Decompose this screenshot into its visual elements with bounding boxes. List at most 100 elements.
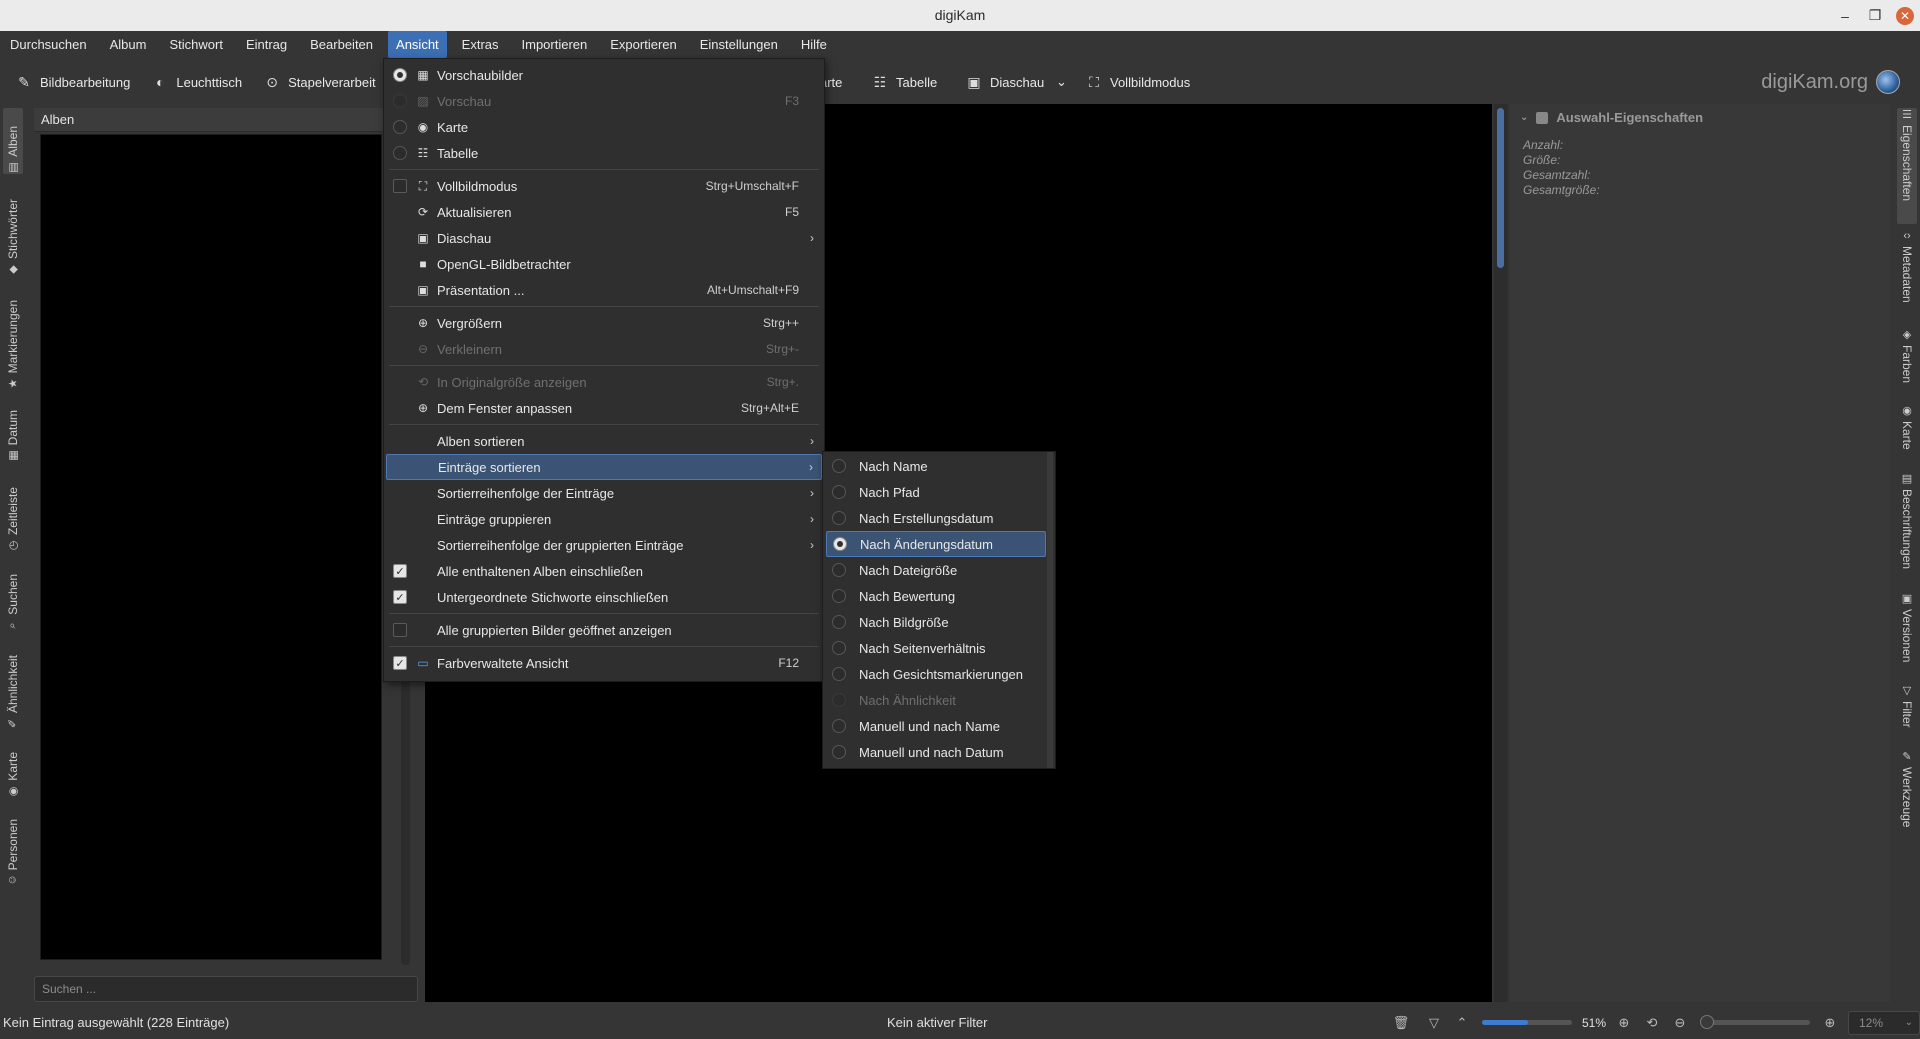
menu-item-diaschau[interactable]: ▣ Diaschau ›	[384, 225, 824, 251]
sort-nach-gesichtsmarkierungen[interactable]: Nach Gesichtsmarkierungen	[823, 661, 1055, 687]
bildbearbeitung-button[interactable]: ✎ Bildbearbeitung	[8, 67, 138, 97]
slideshow-icon: ▣	[417, 231, 429, 245]
versions-icon: ▣	[1901, 593, 1913, 605]
brand[interactable]: digiKam.org	[1761, 64, 1900, 100]
menu-item-alle-alben[interactable]: ✓ Alle enthaltenen Alben einschließen	[384, 558, 824, 584]
menu-item-praesentation[interactable]: ▣ Präsentation ... Alt+Umschalt+F9	[384, 277, 824, 303]
right-sidebar-tabs: ☰ Eigenschaften ‹› Metadaten ◈ Farben ◉ Kart…	[1894, 104, 1920, 1004]
menu-extras[interactable]: Extras	[454, 31, 507, 58]
menu-album[interactable]: Album	[102, 31, 155, 58]
minimize-icon[interactable]: –	[1830, 0, 1860, 31]
sort-nach-bildgroesse[interactable]: Nach Bildgröße	[823, 609, 1055, 635]
sort-nach-dateigroesse[interactable]: Nach Dateigröße	[823, 557, 1055, 583]
tab-eigenschaften[interactable]: ☰ Eigenschaften	[1897, 108, 1917, 224]
menu-einstellungen[interactable]: Einstellungen	[692, 31, 786, 58]
tab-alben[interactable]: ▤ Alben	[3, 108, 23, 174]
tab-versionen[interactable]: ▣ Versionen	[1897, 592, 1917, 676]
sort-manuell-datum[interactable]: Manuell und nach Datum	[823, 739, 1055, 765]
preview-zoom-slider[interactable]	[1700, 1015, 1810, 1029]
close-button[interactable]: ✕	[1890, 0, 1920, 31]
tab-datum-label: Datum	[6, 409, 20, 445]
menu-ansicht[interactable]: Ansicht	[388, 31, 447, 58]
menu-item-vorschaubilder[interactable]: ▦ Vorschaubilder	[384, 62, 824, 88]
status-selection: Kein Eintrag ausgewählt (228 Einträge)	[3, 1015, 230, 1030]
menu-item-fenster-anpassen[interactable]: ⊕ Dem Fenster anpassen Strg+Alt+E	[384, 395, 824, 421]
tab-datum[interactable]: ▦ Datum	[3, 398, 23, 462]
chevron-up-icon[interactable]: ⌃	[1451, 1015, 1473, 1031]
menu-item-sortierreihenfolge[interactable]: Sortierreihenfolge der Einträge ›	[384, 480, 824, 506]
thumbnail-size-slider[interactable]	[1481, 1020, 1572, 1025]
menu-item-eintraege-gruppieren[interactable]: Einträge gruppieren ›	[384, 506, 824, 532]
tab-personen[interactable]: ☺ Personen	[3, 806, 23, 886]
sort-nach-name[interactable]: Nach Name	[823, 453, 1055, 479]
menu-item-farbverwaltet[interactable]: ✓ ▭ Farbverwaltete Ansicht F12	[384, 650, 824, 676]
tabelle-button[interactable]: ☷ Tabelle	[864, 67, 945, 97]
menu-item-label: Einträge sortieren	[438, 459, 541, 475]
sort-nach-bewertung[interactable]: Nach Bewertung	[823, 583, 1055, 609]
zoom-out-icon[interactable]: ⊖	[1669, 1015, 1691, 1031]
diaschau-dropdown[interactable]: ⌄	[1052, 67, 1071, 97]
stapelverarbeitung-button[interactable]: ⊙ Stapelverarbeit	[256, 67, 383, 97]
menu-exportieren[interactable]: Exportieren	[602, 31, 684, 58]
menu-item-alben-sortieren[interactable]: Alben sortieren ›	[384, 428, 824, 454]
radio-selected	[833, 537, 847, 551]
tab-suchen[interactable]: ⌕ Suchen	[3, 560, 23, 632]
menu-item-vollbildmodus[interactable]: ⛶ Vollbildmodus Strg+Umschalt+F	[384, 173, 824, 199]
image-view-scrollbar[interactable]	[1494, 104, 1508, 1002]
menu-item-gruppierte-geoeffnet[interactable]: Alle gruppierten Bilder geöffnet anzeige…	[384, 617, 824, 643]
tab-filter[interactable]: ▽ Filter	[1897, 684, 1917, 744]
menu-stichwort[interactable]: Stichwort	[161, 31, 230, 58]
menu-item-gruppierte-sortierreihenfolge[interactable]: Sortierreihenfolge der gruppierten Eintr…	[384, 532, 824, 558]
menu-hilfe[interactable]: Hilfe	[793, 31, 835, 58]
checkbox-checked: ✓	[393, 564, 407, 578]
menu-bearbeiten[interactable]: Bearbeiten	[302, 31, 381, 58]
menu-item-karte[interactable]: ◉ Karte	[384, 114, 824, 140]
tab-beschriftungen[interactable]: ▤ Beschriftungen	[1897, 472, 1917, 584]
slider-knob[interactable]	[1700, 1015, 1714, 1029]
albums-tree[interactable]	[40, 134, 382, 960]
properties-section-header[interactable]: ⌄ Auswahl-Eigenschaften	[1520, 110, 1703, 125]
filter-icon[interactable]: ▽	[1423, 1015, 1445, 1031]
submenu-scrollbar[interactable]	[1047, 452, 1053, 768]
sort-item-label: Nach Änderungsdatum	[860, 536, 993, 552]
menu-importieren[interactable]: Importieren	[514, 31, 596, 58]
tab-suchen-label: Suchen	[6, 574, 20, 615]
preview-zoom-combo[interactable]: 12% ⌄	[1848, 1010, 1920, 1035]
tab-farben[interactable]: ◈ Farben	[1897, 328, 1917, 400]
tab-aehnlichkeit-label: Ähnlichkeit	[6, 654, 20, 713]
menu-item-aktualisieren[interactable]: ⟳ Aktualisieren F5	[384, 199, 824, 225]
tab-markierungen[interactable]: ★ Markierungen	[3, 282, 23, 390]
zoom-in-icon[interactable]: ⊕	[1819, 1015, 1841, 1031]
vollbildmodus-button[interactable]: ⛶ Vollbildmodus	[1078, 67, 1198, 97]
tab-aehnlichkeit[interactable]: ✐ Ähnlichkeit	[3, 640, 23, 730]
sort-manuell-name[interactable]: Manuell und nach Name	[823, 713, 1055, 739]
scrollbar-thumb[interactable]	[1497, 108, 1504, 268]
zoom-fit-icon[interactable]: ⊕	[1613, 1015, 1635, 1031]
maximize-icon[interactable]: ❐	[1860, 0, 1890, 31]
menu-durchsuchen[interactable]: Durchsuchen	[2, 31, 95, 58]
menu-item-label: Vergrößern	[437, 315, 503, 331]
tab-karte-right[interactable]: ◉ Karte	[1897, 404, 1917, 468]
diaschau-button[interactable]: ▣ Diaschau	[958, 67, 1052, 97]
sort-nach-seitenverhaeltnis[interactable]: Nach Seitenverhältnis	[823, 635, 1055, 661]
album-search-input[interactable]: Suchen ...	[34, 976, 418, 1002]
properties-header-label: Auswahl-Eigenschaften	[1556, 110, 1704, 125]
menu-eintrag[interactable]: Eintrag	[238, 31, 295, 58]
zoom-reset-icon[interactable]: ⟲	[1641, 1015, 1663, 1031]
sort-nach-pfad[interactable]: Nach Pfad	[823, 479, 1055, 505]
star-icon: ★	[7, 378, 20, 389]
trash-icon[interactable]: 🗑	[1390, 1015, 1412, 1031]
tab-zeitleiste[interactable]: ◷ Zeitleiste	[3, 470, 23, 552]
menu-item-vergroessern[interactable]: ⊕ Vergrößern Strg++	[384, 310, 824, 336]
tab-stichwoerter[interactable]: ◆ Stichwörter	[3, 180, 23, 276]
menu-item-tabelle[interactable]: ☷ Tabelle	[384, 140, 824, 166]
tab-metadaten[interactable]: ‹› Metadaten	[1897, 230, 1917, 320]
tab-werkzeuge[interactable]: ✎ Werkzeuge	[1897, 750, 1917, 840]
menu-item-eintraege-sortieren[interactable]: Einträge sortieren ›	[386, 454, 822, 480]
tab-karte[interactable]: ◉ Karte	[3, 738, 23, 798]
menu-item-unter-stichworte[interactable]: ✓ Untergeordnete Stichworte einschließen	[384, 584, 824, 610]
sort-nach-erstellungsdatum[interactable]: Nach Erstellungsdatum	[823, 505, 1055, 531]
leuchttisch-button[interactable]: ◐ Leuchttisch	[144, 67, 250, 97]
sort-nach-aenderungsdatum[interactable]: Nach Änderungsdatum	[826, 531, 1046, 557]
menu-item-opengl[interactable]: ■ OpenGL-Bildbetrachter	[384, 251, 824, 277]
